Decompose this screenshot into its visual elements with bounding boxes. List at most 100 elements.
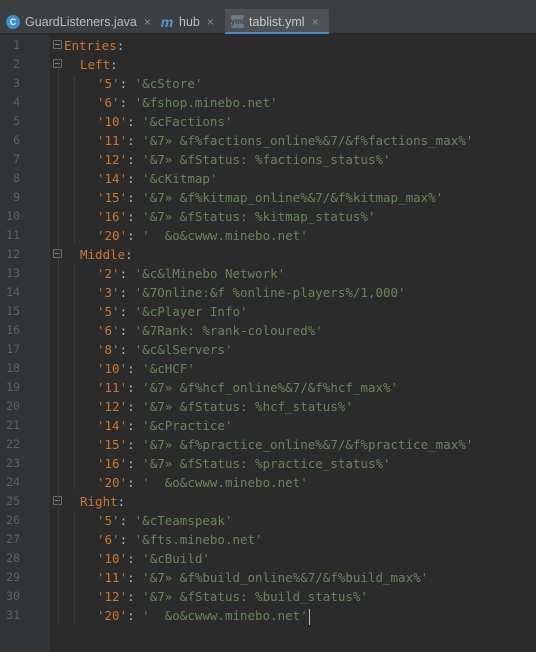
yaml-key: '6' [97,95,120,110]
code-line[interactable]: 10 '16': '&7» &fStatus: %kitmap_status%' [0,207,536,226]
line-number: 25 [6,494,20,508]
yaml-colon: : [127,475,143,490]
code-line[interactable]: 5 '10': '&cFactions' [0,112,536,131]
code-text: '8': '&c&lServers' [97,340,232,359]
code-line[interactable]: 13 '2': '&c&lMinebo Network' [0,264,536,283]
code-line[interactable]: 31 '20': ' &o&cwww.minebo.net' [0,606,536,625]
code-text: '12': '&7» &fStatus: %build_status%' [97,587,368,606]
line-number: 27 [6,532,20,546]
line-number: 23 [6,456,20,470]
code-text: '11': '&7» &f%hcf_online%&7/&f%hcf_max%' [97,378,398,397]
line-number: 5 [13,114,20,128]
java-class-icon: C [6,14,20,29]
code-line[interactable]: 6 '11': '&7» &f%factions_online%&7/&f%fac… [0,131,536,150]
yaml-colon: : [127,456,143,471]
yaml-colon: : [127,608,143,623]
code-line[interactable]: 4 '6': '&fshop.minebo.net' [0,93,536,112]
line-number: 28 [6,551,20,565]
yaml-string-value: '&cFactions' [142,114,233,129]
code-line[interactable]: 3 '5': '&cStore' [0,74,536,93]
code-text: '6': '&7Rank: %rank-coloured%' [97,321,323,340]
tab-guardlisteners-java[interactable]: C GuardListeners.java × [0,9,151,34]
code-text: '15': '&7» &f%kitmap_online%&7/&f%kitmap… [97,188,443,207]
code-line[interactable]: 12 Middle: [0,245,536,264]
yaml-key: '2' [97,266,120,281]
code-line[interactable]: 19 '11': '&7» &f%hcf_online%&7/&f%hcf_max… [0,378,536,397]
tab-hub[interactable]: m hub × [154,9,223,34]
yaml-string-value: ' &o&cwww.minebo.net' [142,608,308,623]
yaml-string-value: '&fshop.minebo.net' [134,95,278,110]
yaml-string-value: '&cHCF' [142,361,195,376]
yaml-string-value: '&cPlayer Info' [134,304,248,319]
code-line[interactable]: 14 '3': '&7Online:&f %online-players%/1,0… [0,283,536,302]
yaml-colon: : [127,171,143,186]
code-line[interactable]: 9 '15': '&7» &f%kitmap_online%&7/&f%kitma… [0,188,536,207]
tab-label: hub [179,14,200,29]
code-line[interactable]: 2 Left: [0,55,536,74]
code-text: Entries: [64,36,124,55]
yaml-key: '11' [97,380,128,395]
line-number: 31 [6,608,20,622]
line-number: 22 [6,437,20,451]
code-line[interactable]: 26 '5': '&cTeamspeak' [0,511,536,530]
yaml-colon: : [127,114,143,129]
indent-guide [74,513,75,623]
code-line[interactable]: 17 '8': '&c&lServers' [0,340,536,359]
code-line[interactable]: 16 '6': '&7Rank: %rank-coloured%' [0,321,536,340]
yaml-string-value: '&7» &f%practice_online%&7/&f%practice_m… [142,437,474,452]
code-line[interactable]: 28 '10': '&cBuild' [0,549,536,568]
code-text: '5': '&cTeamspeak' [97,511,232,530]
code-line[interactable]: 29 '11': '&7» &f%build_online%&7/&f%build… [0,568,536,587]
code-line[interactable]: 1 Entries: [0,36,536,55]
yaml-string-value: ' &o&cwww.minebo.net' [142,228,308,243]
yaml-string-value: '&7» &f%hcf_online%&7/&f%hcf_max%' [142,380,399,395]
line-number: 11 [6,228,20,242]
code-line[interactable]: 27 '6': '&fts.minebo.net' [0,530,536,549]
yaml-colon: : [125,247,133,262]
yaml-key: '10' [97,361,128,376]
code-line[interactable]: 11 '20': ' &o&cwww.minebo.net' [0,226,536,245]
close-icon[interactable]: × [144,15,151,29]
yaml-string-value: '&7» &fStatus: %build_status%' [142,589,368,604]
yaml-colon: : [127,589,143,604]
tab-tablist-yml[interactable]: yml tablist.yml × [225,9,329,34]
line-number: 29 [6,570,20,584]
code-line[interactable]: 24 '20': ' &o&cwww.minebo.net' [0,473,536,492]
yaml-colon: : [119,266,135,281]
line-number: 10 [6,209,20,223]
yaml-key: '10' [97,114,128,129]
code-text: '10': '&cBuild' [97,549,210,568]
line-number: 24 [6,475,20,489]
code-text: '20': ' &o&cwww.minebo.net' [97,606,310,625]
yaml-key: '8' [97,342,120,357]
close-icon[interactable]: × [207,15,214,29]
code-line[interactable]: 25 Right: [0,492,536,511]
yaml-key: Entries [64,38,117,53]
code-text: '5': '&cStore' [97,74,202,93]
code-line[interactable]: 8 '14': '&cKitmap' [0,169,536,188]
yaml-key: '12' [97,589,128,604]
yaml-colon: : [127,152,143,167]
code-text: Middle: [80,245,133,264]
yaml-key: '14' [97,171,128,186]
line-number: 16 [6,323,20,337]
code-line[interactable]: 22 '15': '&7» &f%practice_online%&7/&f%pr… [0,435,536,454]
code-line[interactable]: 18 '10': '&cHCF' [0,359,536,378]
code-line[interactable]: 15 '5': '&cPlayer Info' [0,302,536,321]
code-line[interactable]: 21 '14': '&cPractice' [0,416,536,435]
yaml-colon: : [127,437,143,452]
code-line[interactable]: 23 '16': '&7» &fStatus: %practice_status%… [0,454,536,473]
yaml-colon: : [119,513,135,528]
yaml-key: '11' [97,133,128,148]
line-number: 15 [6,304,20,318]
yaml-colon: : [127,570,143,585]
yaml-key: '20' [97,475,128,490]
code-text: '11': '&7» &f%build_online%&7/&f%build_m… [97,568,428,587]
code-line[interactable]: 30 '12': '&7» &fStatus: %build_status%' [0,587,536,606]
yaml-key: '16' [97,456,128,471]
yaml-file-icon: yml [230,15,245,28]
close-icon[interactable]: × [312,15,319,29]
code-line[interactable]: 20 '12': '&7» &fStatus: %hcf_status%' [0,397,536,416]
fold-toggle-icon[interactable] [53,40,62,49]
code-line[interactable]: 7 '12': '&7» &fStatus: %factions_status%' [0,150,536,169]
